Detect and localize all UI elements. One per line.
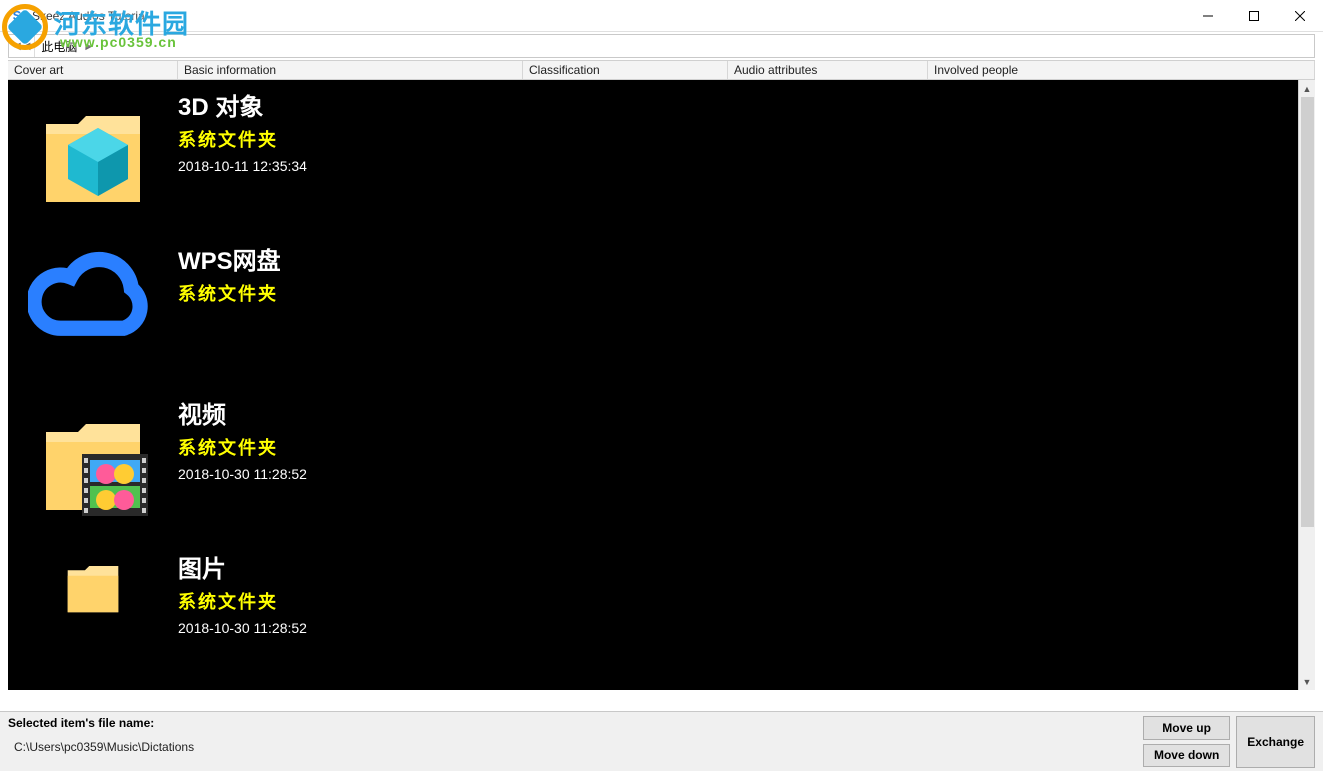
exchange-button[interactable]: Exchange bbox=[1236, 716, 1315, 768]
item-subtitle: 系统文件夹 bbox=[178, 280, 281, 306]
item-title: 图片 bbox=[178, 556, 307, 584]
item-subtitle: 系统文件夹 bbox=[178, 126, 307, 152]
close-icon bbox=[1295, 11, 1305, 21]
folder-video-icon bbox=[28, 398, 158, 528]
column-header-basic-info[interactable]: Basic information bbox=[178, 61, 523, 79]
status-panel: Selected item's file name: C:\Users\pc03… bbox=[0, 711, 1323, 771]
move-down-button[interactable]: Move down bbox=[1143, 744, 1230, 768]
chevron-right-icon: ▶ bbox=[83, 41, 94, 52]
breadcrumb-location[interactable]: 此电脑 bbox=[35, 35, 83, 57]
column-header-classification[interactable]: Classification bbox=[523, 61, 728, 79]
scroll-down-button[interactable]: ▼ bbox=[1299, 673, 1315, 690]
folder-plain-icon bbox=[28, 552, 158, 622]
breadcrumb[interactable]: ◀ ◀ 此电脑 ▶ bbox=[8, 34, 1315, 58]
item-date: 2018-10-11 12:35:34 bbox=[178, 158, 307, 174]
cloud-icon bbox=[28, 244, 158, 374]
list-item[interactable]: 视频 系统文件夹 2018-10-30 11:28:52 bbox=[8, 388, 1298, 542]
chevron-left-icon: ◀ bbox=[23, 41, 31, 52]
cover-art bbox=[8, 552, 178, 636]
item-title: WPS网盘 bbox=[178, 248, 281, 276]
close-button[interactable] bbox=[1277, 0, 1323, 32]
list-item[interactable]: 3D 对象 系统文件夹 2018-10-11 12:35:34 bbox=[8, 80, 1298, 234]
list-item[interactable]: 图片 系统文件夹 2018-10-30 11:28:52 bbox=[8, 542, 1298, 636]
column-headers: Cover art Basic information Classificati… bbox=[8, 60, 1315, 80]
cover-art bbox=[8, 244, 178, 374]
item-date: 2018-10-30 11:28:52 bbox=[178, 466, 307, 482]
item-title: 视频 bbox=[178, 402, 307, 430]
breadcrumb-nav-buttons[interactable]: ◀ ◀ bbox=[9, 35, 35, 57]
item-subtitle: 系统文件夹 bbox=[178, 434, 307, 460]
column-header-involved[interactable]: Involved people bbox=[928, 61, 1315, 79]
scroll-thumb[interactable] bbox=[1301, 97, 1314, 527]
chevron-left-icon: ◀ bbox=[13, 41, 21, 52]
item-date: 2018-10-30 11:28:52 bbox=[178, 620, 307, 636]
item-title: 3D 对象 bbox=[178, 94, 307, 122]
selected-item-path: C:\Users\pc0359\Music\Dictations bbox=[8, 740, 1139, 754]
maximize-icon bbox=[1249, 11, 1259, 21]
scroll-up-button[interactable]: ▲ bbox=[1299, 80, 1315, 97]
window-title: Skeez Audios Tutorial bbox=[32, 9, 147, 23]
move-up-button[interactable]: Move up bbox=[1143, 716, 1230, 740]
cover-art bbox=[8, 398, 178, 528]
item-subtitle: 系统文件夹 bbox=[178, 588, 307, 614]
selected-item-label: Selected item's file name: bbox=[8, 716, 1139, 730]
app-icon: S bbox=[8, 7, 26, 25]
column-header-cover-art[interactable]: Cover art bbox=[8, 61, 178, 79]
list-item[interactable]: WPS网盘 系统文件夹 bbox=[8, 234, 1298, 388]
minimize-icon bbox=[1203, 11, 1213, 21]
column-header-audio-attrs[interactable]: Audio attributes bbox=[728, 61, 928, 79]
folder-3d-icon bbox=[28, 90, 158, 220]
vertical-scrollbar[interactable]: ▲ ▼ bbox=[1298, 80, 1315, 690]
title-bar: S Skeez Audios Tutorial bbox=[0, 0, 1323, 32]
cover-art bbox=[8, 90, 178, 220]
minimize-button[interactable] bbox=[1185, 0, 1231, 32]
file-list: 3D 对象 系统文件夹 2018-10-11 12:35:34 WPS网盘 系统… bbox=[8, 80, 1298, 690]
maximize-button[interactable] bbox=[1231, 0, 1277, 32]
